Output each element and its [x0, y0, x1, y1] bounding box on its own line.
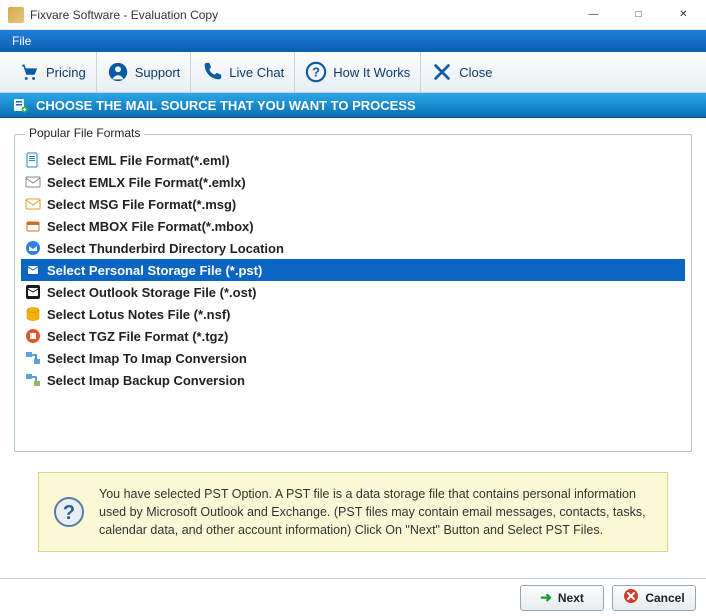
- info-icon: ?: [53, 496, 85, 528]
- cancel-button-label: Cancel: [645, 591, 684, 605]
- format-item-label: Select Lotus Notes File (*.nsf): [47, 307, 230, 322]
- format-item-label: Select Personal Storage File (*.pst): [47, 263, 262, 278]
- format-item-eml[interactable]: Select EML File Format(*.eml): [21, 149, 685, 171]
- minimize-button[interactable]: —: [571, 0, 616, 29]
- toolbar-howitworks-label: How It Works: [333, 65, 410, 80]
- format-item-label: Select Outlook Storage File (*.ost): [47, 285, 256, 300]
- msg-icon: [25, 196, 41, 212]
- toolbar-pricing[interactable]: Pricing: [8, 52, 97, 92]
- next-button-label: Next: [558, 591, 584, 605]
- nsf-icon: [25, 306, 41, 322]
- format-item-ost[interactable]: Select Outlook Storage File (*.ost): [21, 281, 685, 303]
- format-item-tgz[interactable]: Select TGZ File Format (*.tgz): [21, 325, 685, 347]
- toolbar-support-label: Support: [135, 65, 181, 80]
- ost-icon: [25, 284, 41, 300]
- window-title: Fixvare Software - Evaluation Copy: [30, 8, 571, 22]
- format-item-label: Select Imap To Imap Conversion: [47, 351, 247, 366]
- support-icon: [107, 61, 129, 83]
- info-text: You have selected PST Option. A PST file…: [99, 485, 653, 539]
- toolbar-livechat[interactable]: Live Chat: [191, 52, 295, 92]
- format-item-label: Select TGZ File Format (*.tgz): [47, 329, 228, 344]
- mbox-icon: [25, 218, 41, 234]
- step-header: CHOOSE THE MAIL SOURCE THAT YOU WANT TO …: [0, 93, 706, 118]
- groupbox-formats: Popular File Formats Select EML File For…: [14, 134, 692, 452]
- thunderbird-icon: [25, 240, 41, 256]
- window-close-button[interactable]: ✕: [661, 0, 706, 29]
- format-item-label: Select EML File Format(*.eml): [47, 153, 230, 168]
- footer: ➜ Next Cancel: [0, 578, 706, 616]
- menubar: File: [0, 30, 706, 52]
- format-item-nsf[interactable]: Select Lotus Notes File (*.nsf): [21, 303, 685, 325]
- info-panel: ? You have selected PST Option. A PST fi…: [38, 472, 668, 552]
- format-item-label: Select MBOX File Format(*.mbox): [47, 219, 254, 234]
- imap-imap-icon: [25, 350, 41, 366]
- format-item-emlx[interactable]: Select EMLX File Format(*.emlx): [21, 171, 685, 193]
- format-item-thunderbird[interactable]: Select Thunderbird Directory Location: [21, 237, 685, 259]
- toolbar-livechat-label: Live Chat: [229, 65, 284, 80]
- emlx-icon: [25, 174, 41, 190]
- format-item-msg[interactable]: Select MSG File Format(*.msg): [21, 193, 685, 215]
- arrow-right-icon: ➜: [540, 589, 552, 606]
- format-item-mbox[interactable]: Select MBOX File Format(*.mbox): [21, 215, 685, 237]
- next-button[interactable]: ➜ Next: [520, 585, 604, 611]
- format-item-pst[interactable]: Select Personal Storage File (*.pst): [21, 259, 685, 281]
- close-icon: [431, 61, 453, 83]
- question-icon: ?: [305, 61, 327, 83]
- format-item-label: Select EMLX File Format(*.emlx): [47, 175, 246, 190]
- imap-backup-icon: [25, 372, 41, 388]
- phone-icon: [201, 61, 223, 83]
- cancel-button[interactable]: Cancel: [612, 585, 696, 611]
- main-area: Popular File Formats Select EML File For…: [0, 118, 706, 552]
- tgz-icon: [25, 328, 41, 344]
- format-item-imap-backup[interactable]: Select Imap Backup Conversion: [21, 369, 685, 391]
- maximize-button[interactable]: □: [616, 0, 661, 29]
- toolbar: Pricing Support Live Chat ? How It Works…: [0, 52, 706, 93]
- svg-text:?: ?: [312, 65, 320, 80]
- format-item-label: Select Imap Backup Conversion: [47, 373, 245, 388]
- toolbar-support[interactable]: Support: [97, 52, 192, 92]
- toolbar-close-label: Close: [459, 65, 492, 80]
- eml-icon: [25, 152, 41, 168]
- groupbox-legend: Popular File Formats: [25, 126, 144, 140]
- cart-icon: [18, 61, 40, 83]
- toolbar-close[interactable]: Close: [421, 52, 502, 92]
- format-item-label: Select Thunderbird Directory Location: [47, 241, 284, 256]
- format-list: Select EML File Format(*.eml) Select EML…: [21, 149, 685, 391]
- titlebar: Fixvare Software - Evaluation Copy — □ ✕: [0, 0, 706, 30]
- cancel-icon: [623, 588, 639, 607]
- svg-text:?: ?: [63, 502, 75, 524]
- step-header-icon: [12, 97, 28, 113]
- toolbar-howitworks[interactable]: ? How It Works: [295, 52, 421, 92]
- format-item-label: Select MSG File Format(*.msg): [47, 197, 236, 212]
- pst-icon: [25, 262, 41, 278]
- toolbar-pricing-label: Pricing: [46, 65, 86, 80]
- step-header-title: CHOOSE THE MAIL SOURCE THAT YOU WANT TO …: [36, 98, 416, 113]
- app-icon: [8, 7, 24, 23]
- format-item-imap-to-imap[interactable]: Select Imap To Imap Conversion: [21, 347, 685, 369]
- menu-file[interactable]: File: [6, 32, 37, 50]
